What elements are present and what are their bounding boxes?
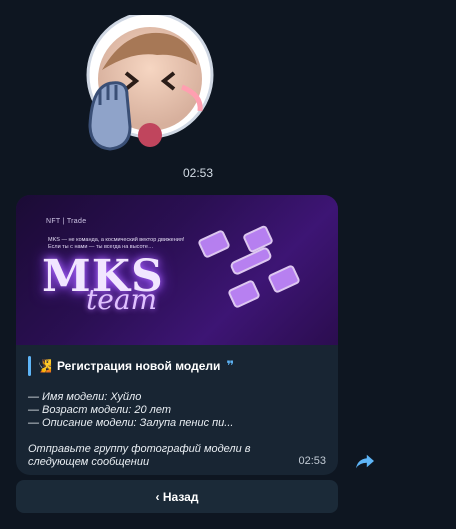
space-station-icon <box>198 225 300 308</box>
share-icon[interactable] <box>354 452 376 470</box>
quote-icon: ❞ <box>226 358 235 373</box>
astronaut-sticker[interactable] <box>82 15 218 165</box>
detail-age: — Возраст модели: 20 лет <box>28 404 172 416</box>
back-button[interactable]: ‹ Назад <box>16 480 338 513</box>
banner-top-labels: NFT | Trade <box>46 218 87 225</box>
detail-description: — Описание модели: Залупа пенис пи... <box>28 417 234 429</box>
message-title: Регистрация новой модели <box>56 359 221 373</box>
banner-subtitle: MKS — не команда, а космический вектор д… <box>48 237 185 250</box>
message-timestamp: 02:53 <box>298 455 326 467</box>
instruction-note: Отправьте группу фотографий модели в сле… <box>28 443 251 468</box>
quote-bar <box>28 356 31 376</box>
banner-image[interactable]: NFT | Trade MKS — не команда, а космичес… <box>16 195 338 345</box>
message-bubble[interactable]: NFT | Trade MKS — не команда, а космичес… <box>16 195 338 475</box>
detail-name: — Имя модели: Хуйло <box>28 391 142 403</box>
message-title-row: 🧏 Регистрация новой модели ❞ <box>28 356 234 376</box>
emoji-icon: 🧏 <box>37 359 52 373</box>
banner-team: team <box>86 283 158 316</box>
model-details: — Имя модели: Хуйло — Возраст модели: 20… <box>28 391 328 430</box>
sticker-timestamp: 02:53 <box>182 166 214 180</box>
